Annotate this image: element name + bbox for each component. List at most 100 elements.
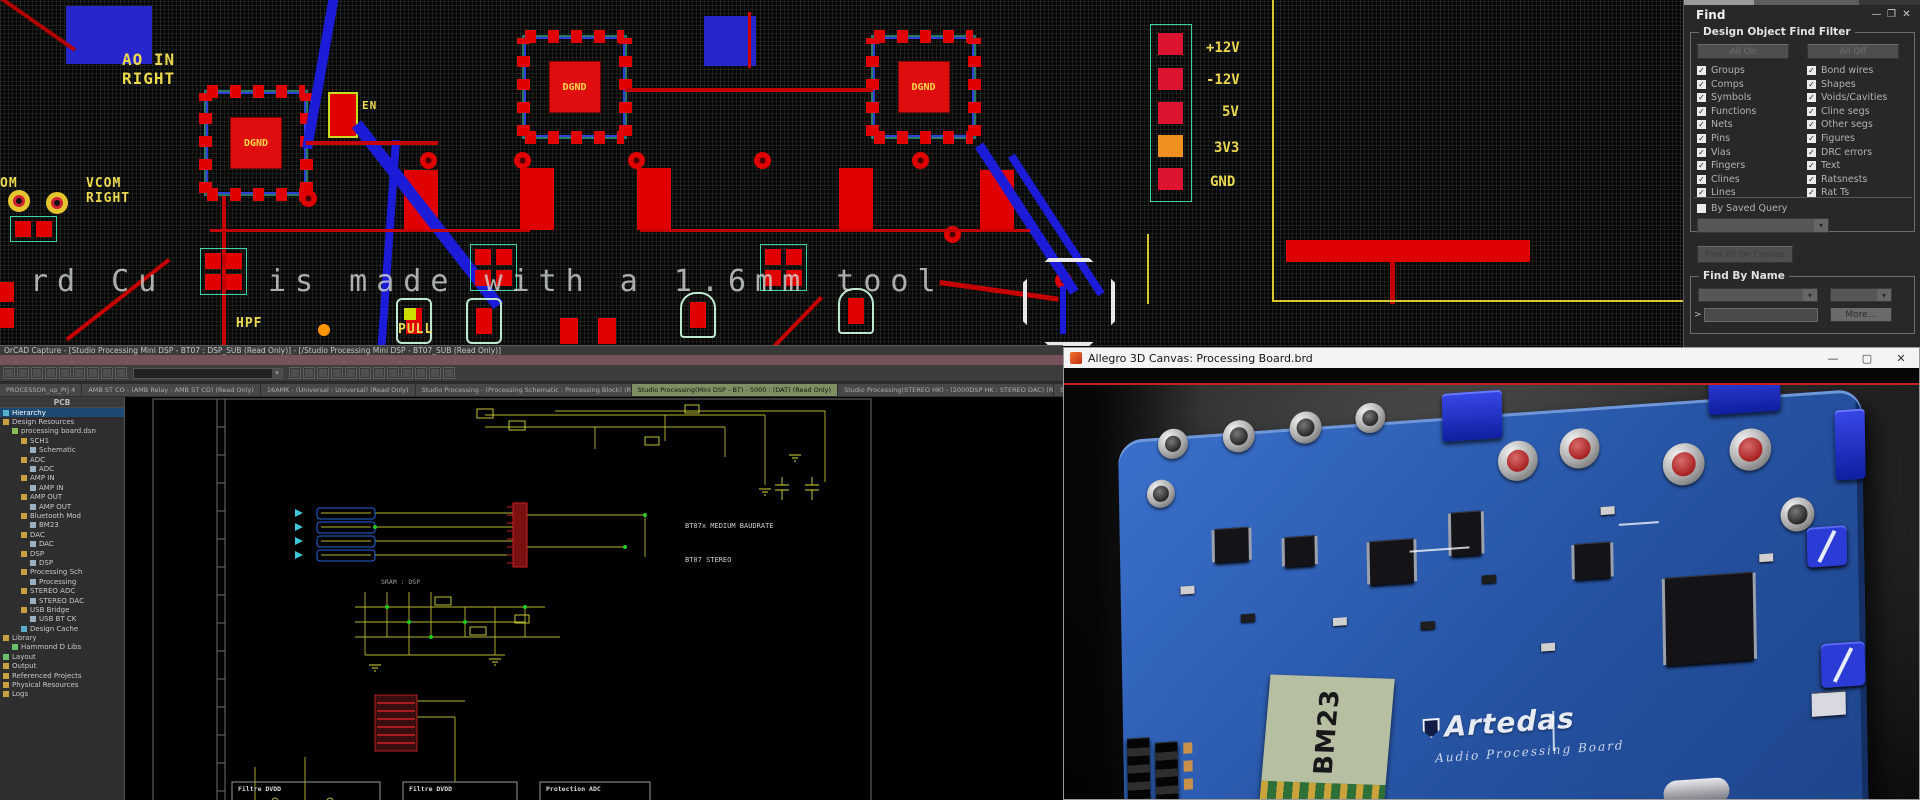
tree-item[interactable]: Hierarchy	[0, 408, 124, 417]
checkbox-checked-icon[interactable]: ✓	[1697, 107, 1706, 116]
more-button[interactable]: More…	[1830, 308, 1892, 322]
document-tab[interactable]: 16AMK - (Universal : Universal) (Read On…	[261, 384, 415, 396]
tree-item[interactable]: Processing	[0, 577, 124, 586]
tree-item[interactable]: AMP IN	[0, 483, 124, 492]
tree-item[interactable]: ADC	[0, 455, 124, 464]
checkbox-checked-icon[interactable]: ✓	[1697, 120, 1706, 129]
document-tab[interactable]: Studio Processing(AMP G_SHAPE) - (AMP_St…	[1054, 384, 1063, 396]
tree-item[interactable]: Design Resources	[0, 417, 124, 426]
tree-item[interactable]: STEREO DAC	[0, 596, 124, 605]
toolbar-paste-icon[interactable]	[87, 367, 99, 379]
find-filter-checkbox[interactable]: ✓Figures	[1807, 134, 1887, 143]
toolbar-ground-icon[interactable]	[429, 367, 441, 379]
toolbar-grid-icon[interactable]	[345, 367, 357, 379]
toolbar-copy-icon[interactable]	[73, 367, 85, 379]
document-tab[interactable]: Studio Processing - (Processing Schemati…	[416, 384, 631, 396]
checkbox-checked-icon[interactable]: ✓	[1807, 161, 1816, 170]
tree-item[interactable]: USB Bridge	[0, 605, 124, 614]
toolbar-net-alias-icon[interactable]	[401, 367, 413, 379]
maximize-icon[interactable]: ▢	[1853, 352, 1881, 365]
tree-item[interactable]: DAC	[0, 539, 124, 548]
tree-item[interactable]: ADC	[0, 464, 124, 473]
tree-item[interactable]: Library	[0, 633, 124, 642]
find-filter-checkbox[interactable]: ✓Text	[1807, 161, 1887, 170]
find-filter-checkbox[interactable]: ✓Rat Ts	[1807, 188, 1887, 197]
find-by-name-mode-dropdown[interactable]: ▾	[1830, 288, 1892, 302]
checkbox-checked-icon[interactable]: ✓	[1807, 93, 1816, 102]
chevron-down-icon[interactable]: ▾	[272, 369, 282, 378]
toolbar-snap-icon[interactable]	[331, 367, 343, 379]
saved-query-dropdown[interactable]: ▾	[1697, 218, 1829, 233]
find-filter-checkbox[interactable]: ✓Clines	[1697, 175, 1756, 184]
toolbar-save-icon[interactable]	[31, 367, 43, 379]
toolbar-new-icon[interactable]	[3, 367, 15, 379]
toolbar-power-icon[interactable]	[415, 367, 427, 379]
tree-item[interactable]: Physical Resources	[0, 680, 124, 689]
toolbar-hierarchy-icon[interactable]	[443, 367, 455, 379]
checkbox-checked-icon[interactable]: ✓	[1697, 66, 1706, 75]
find-filter-checkbox[interactable]: ✓Pins	[1697, 134, 1756, 143]
find-filter-checkbox[interactable]: ✓DRC errors	[1807, 148, 1887, 157]
capture-titlebar[interactable]: OrCAD Capture - [Studio Processing Mini …	[0, 346, 1063, 355]
toolbar-zoom-fit-icon[interactable]	[317, 367, 329, 379]
checkbox-checked-icon[interactable]: ✓	[1807, 148, 1816, 157]
find-filter-checkbox[interactable]: ✓Shapes	[1807, 80, 1887, 89]
checkbox-checked-icon[interactable]: ✓	[1697, 161, 1706, 170]
close-icon[interactable]: ✕	[1899, 9, 1914, 20]
checkbox-checked-icon[interactable]: ✓	[1697, 134, 1706, 143]
tree-item[interactable]: Layout	[0, 652, 124, 661]
tree-item[interactable]: processing board.dsn	[0, 427, 124, 436]
chevron-down-icon[interactable]: ▾	[1803, 289, 1817, 301]
document-tab[interactable]: Studio Processing(STEREO HK) - (2000DSP …	[838, 384, 1053, 396]
tree-item[interactable]: Schematic	[0, 446, 124, 455]
checkbox-checked-icon[interactable]: ✓	[1807, 80, 1816, 89]
pcb-layout-canvas[interactable]: DGND DGND DGND EN OM VCOMRIGHT AO INRIGH…	[0, 0, 1920, 346]
find-filter-checkbox[interactable]: ✓Ratsnests	[1807, 175, 1887, 184]
find-by-name-type-dropdown[interactable]: ▾	[1698, 288, 1818, 302]
tree-item[interactable]: Processing Sch	[0, 568, 124, 577]
checkbox-checked-icon[interactable]: ✓	[1697, 148, 1706, 157]
all-off-button[interactable]: All Off	[1807, 44, 1899, 59]
find-filter-checkbox[interactable]: ✓Symbols	[1697, 93, 1756, 102]
find-filter-checkbox[interactable]: ✓Bond wires	[1807, 66, 1887, 75]
toolbar-zoom-out-icon[interactable]	[303, 367, 315, 379]
toolbar-open-icon[interactable]	[17, 367, 29, 379]
toolbar-bus-icon[interactable]	[373, 367, 385, 379]
toolbar-print-icon[interactable]	[45, 367, 57, 379]
checkbox-checked-icon[interactable]: ✓	[1697, 80, 1706, 89]
chevron-down-icon[interactable]: ▾	[1877, 289, 1891, 301]
all-on-button[interactable]: All On	[1697, 44, 1789, 59]
tree-item[interactable]: AMP OUT	[0, 493, 124, 502]
find-filter-checkbox[interactable]: ✓Lines	[1697, 188, 1756, 197]
checkbox-checked-icon[interactable]: ✓	[1697, 188, 1706, 197]
toolbar-zoom-in-icon[interactable]	[289, 367, 301, 379]
tree-item[interactable]: USB BT CK	[0, 615, 124, 624]
tree-item[interactable]: SCH1	[0, 436, 124, 445]
toolbar-undo-icon[interactable]	[101, 367, 113, 379]
find-filter-checkbox[interactable]: ✓Comps	[1697, 80, 1756, 89]
document-tab[interactable]: PROCESSOR_up_Prj 4	[0, 384, 81, 396]
by-saved-query-checkbox[interactable]: By Saved Query	[1697, 204, 1787, 213]
tree-item[interactable]: AMP OUT	[0, 502, 124, 511]
tree-item[interactable]: DAC	[0, 530, 124, 539]
tree-item[interactable]: DSP	[0, 549, 124, 558]
tree-item[interactable]: STEREO ADC	[0, 586, 124, 595]
checkbox-checked-icon[interactable]: ✓	[1807, 120, 1816, 129]
tree-item[interactable]: Logs	[0, 690, 124, 699]
checkbox-icon[interactable]	[1697, 204, 1706, 213]
schematic-canvas[interactable]: BT07x MEDIUM BAUDRATE BT07 STEREO SRAM :…	[125, 397, 1063, 800]
checkbox-checked-icon[interactable]: ✓	[1697, 175, 1706, 184]
tree-item[interactable]: DSP	[0, 558, 124, 567]
close-icon[interactable]: ✕	[1887, 352, 1915, 365]
3d-viewport[interactable]: BM23 Artedas Audio Processing Board	[1064, 385, 1919, 799]
find-all-button[interactable]: Find All On Canvas	[1697, 246, 1793, 263]
checkbox-checked-icon[interactable]: ✓	[1807, 188, 1816, 197]
find-name-input[interactable]	[1704, 308, 1818, 322]
document-tab[interactable]: Studio Processing(Mini DSP - BT) - 5000 …	[632, 384, 838, 396]
checkbox-checked-icon[interactable]: ✓	[1807, 107, 1816, 116]
find-filter-checkbox[interactable]: ✓Other segs	[1807, 120, 1887, 129]
checkbox-checked-icon[interactable]: ✓	[1807, 134, 1816, 143]
toolbar-junction-icon[interactable]	[387, 367, 399, 379]
chevron-down-icon[interactable]: ▾	[1814, 219, 1828, 232]
find-filter-checkbox[interactable]: ✓Cline segs	[1807, 107, 1887, 116]
